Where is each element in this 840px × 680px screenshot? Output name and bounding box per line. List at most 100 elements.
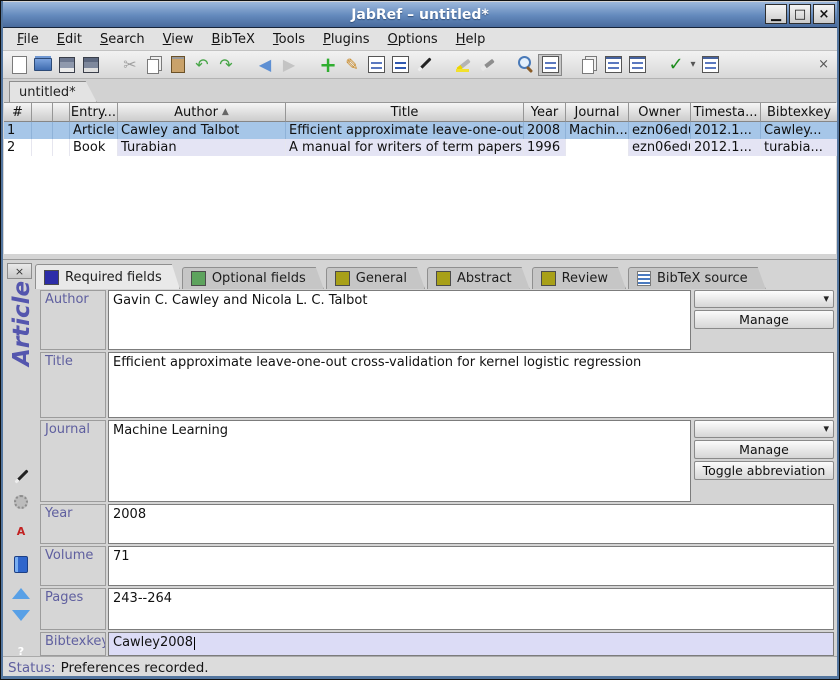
volume-label: Volume	[40, 546, 106, 586]
column-header-icon[interactable]	[53, 103, 70, 122]
journal-dropdown[interactable]: ▾	[694, 420, 834, 438]
gear-icon[interactable]	[11, 492, 31, 512]
mark-entries-icon[interactable]	[451, 54, 475, 76]
status-message: Preferences recorded.	[61, 660, 209, 676]
push-to-editor2-icon[interactable]	[625, 54, 649, 76]
move-up-icon[interactable]	[11, 583, 31, 603]
table-row[interactable]: 1ArticleCawley and TalbotEfficient appro…	[4, 122, 836, 139]
journal-field[interactable]: Machine Learning	[108, 420, 691, 502]
author-field[interactable]: Gavin C. Cawley and Nicola L. C. Talbot	[108, 290, 691, 350]
minimize-button[interactable]: ▁	[765, 4, 787, 24]
menu-plugins[interactable]: Plugins	[314, 30, 379, 49]
field-row-pages: Pages243--264	[40, 588, 834, 630]
open-database-icon[interactable]	[31, 54, 55, 76]
author-dropdown[interactable]: ▾	[694, 290, 834, 308]
entry-editor: × Required fieldsOptional fieldsGeneralA…	[2, 259, 838, 659]
file-icon[interactable]	[11, 554, 31, 574]
copy-icon[interactable]	[142, 54, 166, 76]
bibtexkey-value: Cawley2008	[113, 635, 193, 650]
sort-asc-icon: ▲	[222, 107, 229, 117]
maximize-button[interactable]: □	[789, 4, 811, 24]
year-field[interactable]: 2008	[108, 504, 834, 544]
column-header-bibtexkey[interactable]: Bibtexkey	[761, 103, 838, 122]
cell-author: Turabian	[118, 139, 286, 156]
copy-entry-icon[interactable]	[577, 54, 601, 76]
tab-label: BibTeX source	[657, 271, 748, 286]
save-database-icon[interactable]	[55, 54, 79, 76]
tab-general[interactable]: General	[326, 267, 425, 289]
file-tab-untitled[interactable]: untitled*	[9, 81, 97, 102]
column-header-icon[interactable]: #	[4, 103, 32, 122]
menu-help[interactable]: Help	[447, 30, 495, 49]
menu-edit[interactable]: Edit	[48, 30, 91, 49]
tab-abstract[interactable]: Abstract	[427, 267, 530, 289]
menu-options[interactable]: Options	[379, 30, 447, 49]
entry-table: # Entry...Author▲ Title YearJournalOwnerTim…	[4, 102, 836, 255]
review-icon	[541, 271, 556, 286]
menu-view[interactable]: View	[154, 30, 203, 49]
cell-icon	[32, 122, 53, 139]
title-field[interactable]: Efficient approximate leave-one-out cros…	[108, 352, 834, 418]
column-header-owner[interactable]: Owner	[629, 103, 691, 122]
titlebar[interactable]: JabRef – untitled* ▁□×	[2, 2, 838, 28]
menu-file[interactable]: File	[8, 30, 48, 49]
cell-owner: ezn06edu	[629, 139, 691, 156]
redo-icon[interactable]: ↷	[214, 54, 238, 76]
new-entry-icon[interactable]: +	[316, 54, 340, 76]
forward-icon[interactable]: ▶	[277, 54, 301, 76]
text-caret	[194, 637, 195, 650]
menubar: FileEditSearchViewBibTeXToolsPluginsOpti…	[2, 28, 838, 51]
column-label: Title	[391, 105, 419, 120]
cleanup-entries-icon[interactable]	[412, 54, 436, 76]
menu-bibtex[interactable]: BibTeX	[203, 30, 264, 49]
move-down-icon[interactable]	[11, 605, 31, 625]
back-icon[interactable]: ◀	[253, 54, 277, 76]
column-header-author[interactable]: Author▲	[118, 103, 286, 122]
wand-icon[interactable]	[11, 466, 31, 486]
toggle-preview-icon[interactable]	[538, 54, 562, 76]
close-button[interactable]: ×	[813, 4, 835, 24]
volume-field[interactable]: 71	[108, 546, 834, 586]
tab-bibtex-source[interactable]: BibTeX source	[628, 267, 766, 289]
column-header-year[interactable]: Year	[524, 103, 566, 122]
new-database-icon[interactable]	[7, 54, 31, 76]
table-row[interactable]: 2BookTurabianA manual for writers of ter…	[4, 139, 836, 156]
push-to-lyx-icon[interactable]: ✓	[664, 54, 688, 76]
search-icon[interactable]	[514, 54, 538, 76]
menu-search[interactable]: Search	[91, 30, 154, 49]
tab-review[interactable]: Review	[532, 267, 626, 289]
edit-preamble-icon[interactable]	[364, 54, 388, 76]
tab-label: Optional fields	[212, 271, 306, 286]
edit-entry-icon[interactable]: ✎	[340, 54, 364, 76]
column-header-entry[interactable]: Entry...	[70, 103, 118, 122]
column-header-icon[interactable]	[32, 103, 53, 122]
save-all-icon[interactable]	[79, 54, 103, 76]
journal-manage-button[interactable]: Manage	[694, 440, 834, 459]
undo-icon[interactable]: ↶	[190, 54, 214, 76]
column-header-journal[interactable]: Journal	[566, 103, 629, 122]
editor-close-icon[interactable]: ×	[7, 263, 32, 279]
push-to-editor-icon[interactable]	[601, 54, 625, 76]
paste-icon[interactable]	[166, 54, 190, 76]
tab-optional-fields[interactable]: Optional fields	[182, 267, 324, 289]
bibtexkey-field[interactable]: Cawley2008	[108, 632, 834, 656]
cell-icon	[53, 139, 70, 156]
menu-tools[interactable]: Tools	[264, 30, 314, 49]
push-dropdown-icon[interactable]: ▾	[688, 54, 698, 76]
volume-value: 71	[113, 549, 130, 564]
pages-field[interactable]: 243--264	[108, 588, 834, 630]
pdf-icon[interactable]: A	[11, 521, 31, 541]
unmark-entries-icon[interactable]	[475, 54, 499, 76]
open-file-icon[interactable]	[698, 54, 722, 76]
editor-tabs: Required fields Optional fields GeneralAbs…	[35, 263, 766, 289]
column-header-timesta[interactable]: Timesta...	[691, 103, 761, 122]
cut-icon[interactable]: ✂	[118, 54, 142, 76]
editor-side-strip: Article A?	[2, 288, 40, 659]
toolbar-close-icon[interactable]: ×	[818, 57, 829, 72]
tab-required-fields[interactable]: Required fields	[35, 264, 180, 289]
cell-timesta: 2012.1...	[691, 139, 761, 156]
edit-strings-icon[interactable]	[388, 54, 412, 76]
journal-toggle-abbreviation-button[interactable]: Toggle abbreviation	[694, 461, 834, 480]
column-header-title[interactable]: Title	[286, 103, 524, 122]
author-manage-button[interactable]: Manage	[694, 310, 834, 329]
